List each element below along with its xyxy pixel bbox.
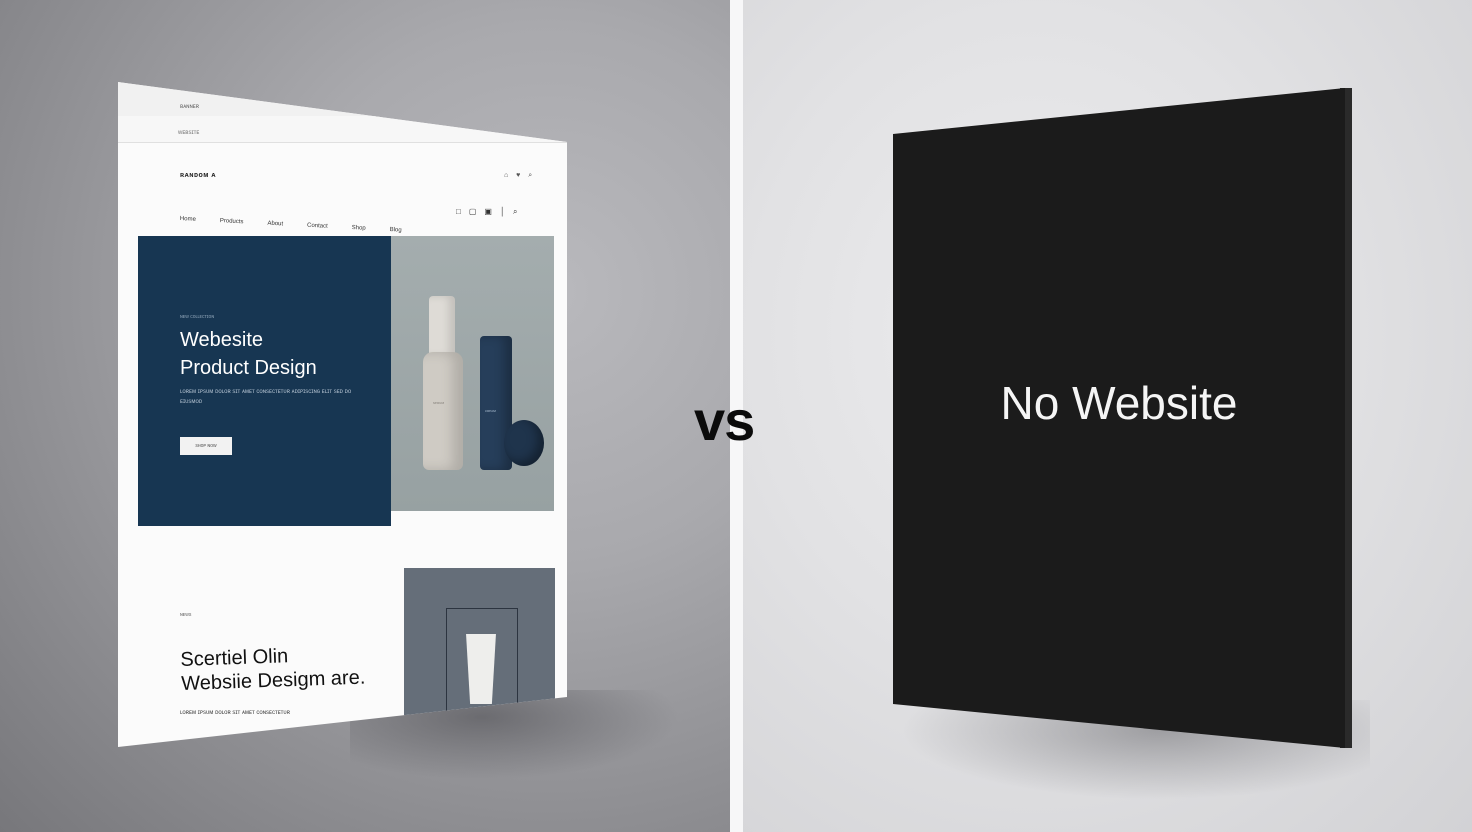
bag-icon[interactable]: ▢ — [469, 207, 477, 217]
section-kicker: ɴᴇᴡѕ — [180, 612, 192, 618]
hero-image — [391, 236, 554, 511]
mockup-header-icons[interactable]: ⌂ ♥ ⌕ — [504, 172, 535, 180]
mockup-topbar-text: ʙᴀɴɴᴇʀ — [180, 104, 199, 110]
search-icon[interactable]: ⌕ — [513, 207, 517, 217]
hero-button[interactable]: ѕʜᴏᴘ ɴᴏᴡ — [180, 437, 232, 455]
mockup-logo[interactable]: ʀᴀɴᴅᴏᴍ ᴀ — [180, 172, 216, 179]
website-mockup: ʙᴀɴɴᴇʀ ᴡᴇʙѕɪᴛᴇ ʀᴀɴᴅᴏᴍ ᴀ ⌂ ♥ ⌕ Home Produ… — [118, 82, 567, 747]
bottle-cap — [429, 296, 455, 356]
mockup-url-text: ᴡᴇʙѕɪᴛᴇ — [178, 130, 200, 136]
product-bottle — [423, 352, 463, 470]
mockup-nav-item[interactable]: Blog — [389, 227, 401, 234]
mockup-nav: Home Products About Contact Shop Blog — [180, 216, 402, 234]
vs-label: vs — [694, 389, 755, 452]
no-website-text: No Website — [1000, 377, 1238, 429]
section-body: ʟᴏʀᴇᴍ ɪᴘѕᴜᴍ ᴅᴏʟᴏʀ ѕɪᴛ ᴀᴍᴇᴛ ᴄᴏɴѕᴇᴄᴛᴇᴛᴜʀ — [180, 710, 290, 716]
mockup-nav-item[interactable]: About — [267, 221, 283, 228]
mockup-nav-icons: □ ▢ ▣ │ ⌕ — [456, 207, 517, 217]
hero-title: Webesite Product Design — [180, 326, 317, 382]
hero-title-line: Webesite — [180, 329, 264, 351]
tube-label: ᴄʀᴇᴀᴍ — [485, 408, 496, 413]
hero-body: ʟᴏʀᴇᴍ ɪᴘѕᴜᴍ ᴅᴏʟᴏʀ ѕɪᴛ ᴀᴍᴇᴛ ᴄᴏɴѕᴇᴄᴛᴇᴛᴜʀ ᴀ… — [180, 389, 352, 405]
mockup-nav-item[interactable]: Shop — [352, 225, 366, 232]
section-title-line: Websiie Desigm are. — [180, 666, 366, 695]
hero-kicker: ɴᴇᴡ ᴄᴏʟʟᴇᴄᴛɪᴏɴ — [180, 314, 215, 320]
separator-icon: │ — [499, 207, 505, 216]
mockup-nav-item[interactable]: Products — [220, 218, 244, 225]
bottle-label: ѕᴇʀᴜᴍ — [433, 400, 445, 405]
product-jar — [504, 420, 544, 466]
mockup-nav-item[interactable]: Contact — [307, 223, 328, 230]
cart-icon[interactable]: □ — [456, 207, 461, 217]
mockup-nav-item[interactable]: Home — [180, 216, 196, 223]
hero-title-line: Product Design — [180, 357, 317, 379]
section-title: Scertiel Olin Websiie Desigm are. — [180, 642, 366, 696]
account-icon[interactable]: ▣ — [484, 207, 492, 217]
